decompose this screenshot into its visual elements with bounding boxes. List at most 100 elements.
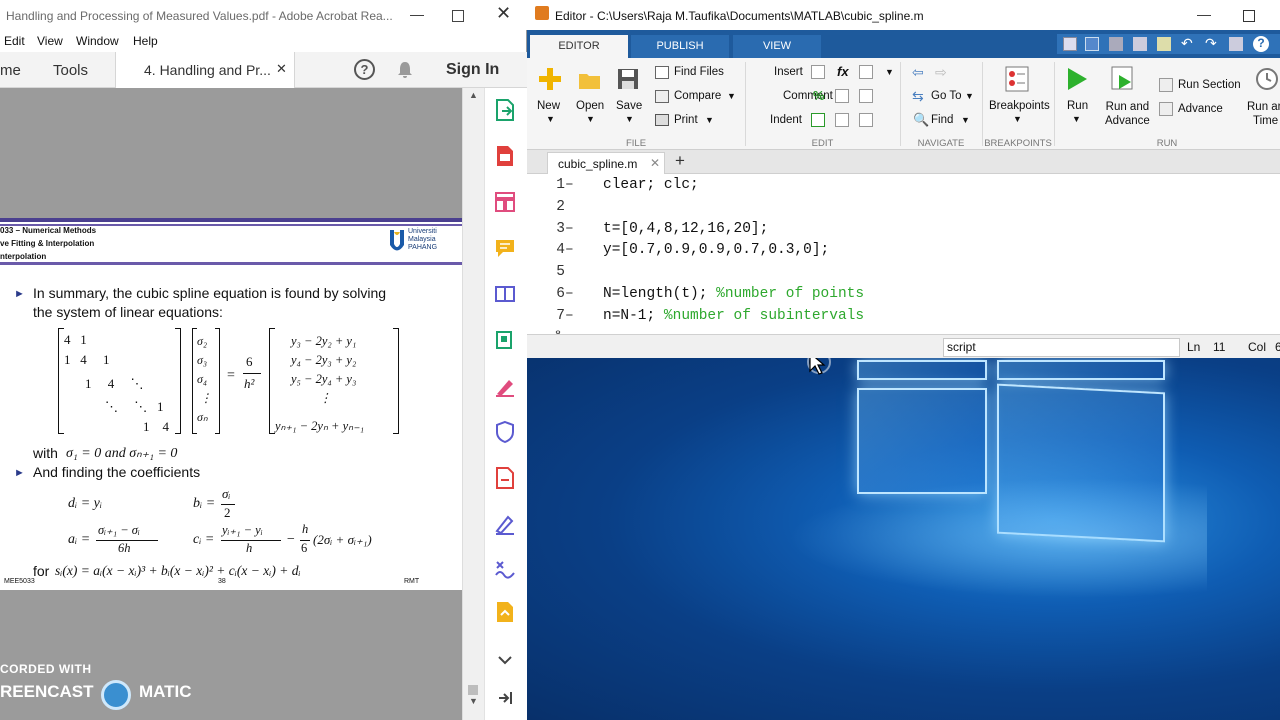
cut-icon[interactable] xyxy=(1109,37,1123,51)
insert-section-icon[interactable] xyxy=(811,65,825,79)
tab-home[interactable]: me xyxy=(0,62,21,79)
breakpoint-marker[interactable]: – xyxy=(565,308,574,324)
layout-icon[interactable] xyxy=(1063,37,1077,51)
open-icon[interactable] xyxy=(578,70,602,95)
redo-icon[interactable]: ↷ xyxy=(1205,35,1217,52)
run-section-button[interactable]: Run Section xyxy=(1178,79,1241,91)
increase-indent-icon[interactable] xyxy=(835,113,849,127)
smart-indent-icon[interactable] xyxy=(811,113,825,127)
minimize-button[interactable]: — xyxy=(1197,6,1211,22)
export-icon[interactable] xyxy=(493,466,517,490)
code-line[interactable]: 1– clear; clc; xyxy=(527,177,1280,198)
export-pdf-icon[interactable] xyxy=(493,98,517,122)
matlab-editor-window: Editor - C:\Users\Raja M.Taufika\Documen… xyxy=(527,0,1280,358)
new-icon[interactable] xyxy=(537,66,563,97)
run-advance-icon[interactable] xyxy=(1111,66,1137,97)
code-line[interactable]: 4– y=[0.7,0.9,0.9,0.7,0.3,0]; xyxy=(527,242,1280,263)
sign-in-button[interactable]: Sign In xyxy=(446,61,499,79)
code-editor[interactable]: 1–clear; clc;2–3–t=[0,4,8,12,16,20];4–y=… xyxy=(527,174,1280,334)
breakpoints-icon[interactable] xyxy=(1005,66,1029,97)
fx-icon[interactable]: fx xyxy=(837,64,849,79)
uncomment-icon[interactable] xyxy=(835,89,849,103)
wrap-comments-icon[interactable] xyxy=(859,89,873,103)
comment-icon[interactable] xyxy=(493,236,517,260)
code-line[interactable]: 7– n=N-1; %number of subintervals xyxy=(527,308,1280,329)
code-line[interactable]: 3– t=[0,4,8,12,16,20]; xyxy=(527,221,1280,242)
matlab-logo-icon xyxy=(535,6,549,20)
copy-icon[interactable] xyxy=(1133,37,1147,51)
decrease-indent-icon[interactable] xyxy=(859,113,873,127)
menu-view[interactable]: View xyxy=(37,34,63,48)
goto-button[interactable]: Go To xyxy=(931,90,961,102)
run-time-icon[interactable] xyxy=(1255,66,1279,97)
create-pdf-icon[interactable] xyxy=(493,144,517,168)
comment-percent-icon[interactable]: % xyxy=(813,88,825,103)
vertical-scrollbar[interactable]: ▲ ▼ xyxy=(462,88,484,720)
advance-button[interactable]: Advance xyxy=(1178,103,1223,115)
edit-pdf-icon[interactable] xyxy=(493,328,517,352)
help-icon[interactable]: ? xyxy=(1253,36,1269,52)
organize-pages-icon[interactable] xyxy=(493,190,517,214)
bullet-coefficients: And finding the coefficients xyxy=(33,464,201,480)
breakpoint-marker[interactable]: – xyxy=(565,221,574,237)
protect-icon[interactable] xyxy=(493,420,517,444)
tab-tools[interactable]: Tools xyxy=(53,62,88,79)
close-button[interactable]: ✕ xyxy=(496,3,511,24)
bell-icon[interactable] xyxy=(396,60,414,85)
insert-function-icon[interactable] xyxy=(859,65,873,79)
run-and-time-button[interactable]: Run an Time xyxy=(1247,100,1280,128)
undo-icon[interactable]: ↶ xyxy=(1181,35,1193,52)
breakpoints-button[interactable]: Breakpoints xyxy=(989,100,1050,112)
save-icon[interactable] xyxy=(1085,37,1099,51)
save-disk-icon[interactable] xyxy=(617,68,639,95)
tab-view[interactable]: VIEW xyxy=(733,35,821,58)
comment-button[interactable]: Comment xyxy=(783,90,833,102)
menu-window[interactable]: Window xyxy=(76,34,119,48)
tab-document[interactable]: 4. Handling and Pr... ✕ xyxy=(115,52,295,88)
tab-publish[interactable]: PUBLISH xyxy=(631,35,729,58)
maximize-button[interactable] xyxy=(1243,10,1255,22)
menu-help[interactable]: Help xyxy=(133,34,158,48)
code-line[interactable]: 2– xyxy=(527,199,1280,220)
close-icon[interactable]: ✕ xyxy=(650,156,660,170)
run-button[interactable]: Run xyxy=(1067,100,1088,112)
open-button[interactable]: Open xyxy=(576,100,604,112)
tab-cubic-spline[interactable]: cubic_spline.m ✕ xyxy=(547,152,665,174)
code-line[interactable]: 5– xyxy=(527,264,1280,285)
save-button[interactable]: Save xyxy=(616,100,642,112)
breakpoint-marker[interactable]: – xyxy=(565,177,574,193)
indent-button[interactable]: Indent xyxy=(770,114,802,126)
page-header-topic: ve Fitting & Interpolation xyxy=(0,239,95,248)
compare-button[interactable]: Compare xyxy=(674,90,721,102)
new-tab-plus-icon[interactable]: + xyxy=(675,151,685,171)
run-icon[interactable] xyxy=(1065,66,1089,97)
paste-icon[interactable] xyxy=(1157,37,1171,51)
insert-button[interactable]: Insert xyxy=(774,66,803,78)
help-icon[interactable]: ? xyxy=(354,59,375,80)
back-arrow-icon[interactable]: ⇦ xyxy=(912,64,924,81)
collapse-panel-icon[interactable] xyxy=(493,686,517,710)
menu-edit[interactable]: Edit xyxy=(4,34,25,48)
combine-files-icon[interactable] xyxy=(493,282,517,306)
maximize-button[interactable] xyxy=(452,10,464,22)
switch-windows-icon[interactable] xyxy=(1229,37,1243,51)
line-number: 2 xyxy=(556,198,565,215)
stamp-icon[interactable] xyxy=(493,558,517,582)
minimize-button[interactable]: — xyxy=(410,6,424,22)
chevron-down-icon[interactable] xyxy=(493,648,517,672)
new-button[interactable]: New xyxy=(537,100,560,112)
breakpoint-marker[interactable]: – xyxy=(565,242,574,258)
run-and-advance-button[interactable]: Run and Advance xyxy=(1105,100,1150,128)
send-files-icon[interactable] xyxy=(493,600,517,624)
fill-sign-icon[interactable] xyxy=(493,374,517,398)
tab-editor[interactable]: EDITOR xyxy=(530,35,628,58)
forward-arrow-icon[interactable]: ⇨ xyxy=(935,64,947,81)
find-button[interactable]: Find xyxy=(931,114,953,126)
find-files-button[interactable]: Find Files xyxy=(674,66,724,78)
acrobat-title-bar: Handling and Processing of Measured Valu… xyxy=(0,0,527,30)
breakpoint-marker[interactable]: – xyxy=(565,286,574,302)
close-icon[interactable]: ✕ xyxy=(276,61,287,77)
sign-icon[interactable] xyxy=(493,512,517,536)
print-button[interactable]: Print xyxy=(674,114,698,126)
code-line[interactable]: 6– N=length(t); %number of points xyxy=(527,286,1280,307)
